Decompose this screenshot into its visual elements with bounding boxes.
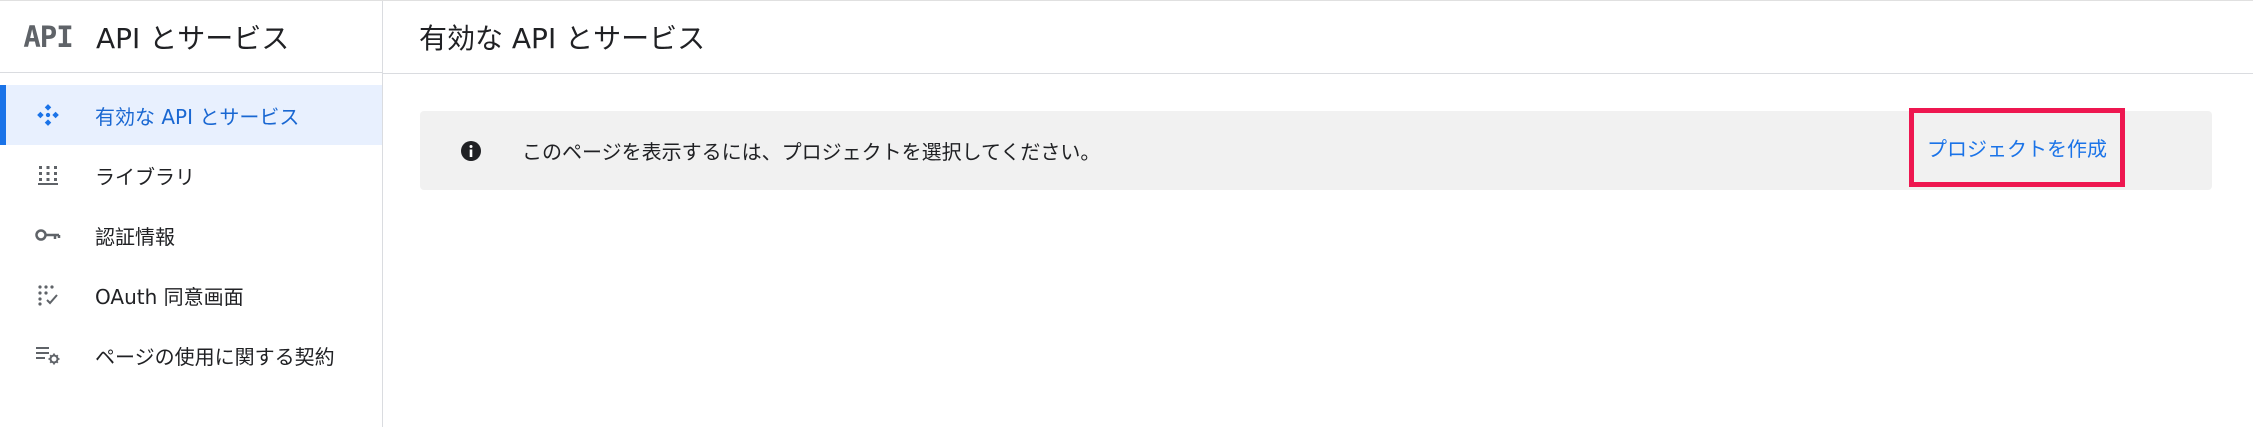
sidebar-item-enabled-apis[interactable]: 有効な API とサービス (0, 85, 382, 145)
sidebar: API API とサービス 有効な API とサービス ライブラリ 認証情報 O… (0, 1, 383, 427)
sidebar-nav: 有効な API とサービス ライブラリ 認証情報 OAuth 同意画面 ページの… (0, 73, 382, 385)
sidebar-item-page-usage-agreements[interactable]: ページの使用に関する契約 (0, 325, 382, 385)
sidebar-item-label: OAuth 同意画面 (95, 284, 244, 309)
select-project-banner: このページを表示するには、プロジェクトを選択してください。 プロジェクトを作成 (420, 108, 2212, 190)
page-title: 有効な API とサービス (419, 22, 706, 55)
sidebar-title: API とサービス (96, 21, 290, 55)
sidebar-item-label: 認証情報 (95, 224, 175, 249)
sidebar-item-library[interactable]: ライブラリ (0, 145, 382, 205)
api-logo-icon: API (23, 19, 73, 54)
library-icon (31, 158, 65, 192)
sidebar-item-label: ライブラリ (95, 164, 195, 189)
sidebar-item-label: 有効な API とサービス (95, 104, 300, 129)
sidebar-item-credentials[interactable]: 認証情報 (0, 205, 382, 265)
sidebar-item-oauth-consent[interactable]: OAuth 同意画面 (0, 265, 382, 325)
sidebar-item-label: ページの使用に関する契約 (95, 344, 335, 369)
sidebar-header: API API とサービス (0, 1, 382, 73)
app-window: API API とサービス 有効な API とサービス ライブラリ 認証情報 O… (0, 0, 2253, 427)
page-usage-agreements-icon (31, 338, 65, 372)
banner-message: このページを表示するには、プロジェクトを選択してください。 (522, 140, 1101, 164)
oauth-consent-icon (31, 278, 65, 312)
main-content: 有効な API とサービス このページを表示するには、プロジェクトを選択してくだ… (383, 1, 2253, 427)
key-icon (31, 218, 65, 252)
highlight-box: プロジェクトを作成 (1909, 108, 2125, 187)
main-header: 有効な API とサービス (383, 1, 2253, 74)
create-project-link[interactable]: プロジェクトを作成 (1927, 133, 2107, 162)
enabled-apis-icon (31, 98, 65, 132)
info-icon (460, 140, 482, 162)
